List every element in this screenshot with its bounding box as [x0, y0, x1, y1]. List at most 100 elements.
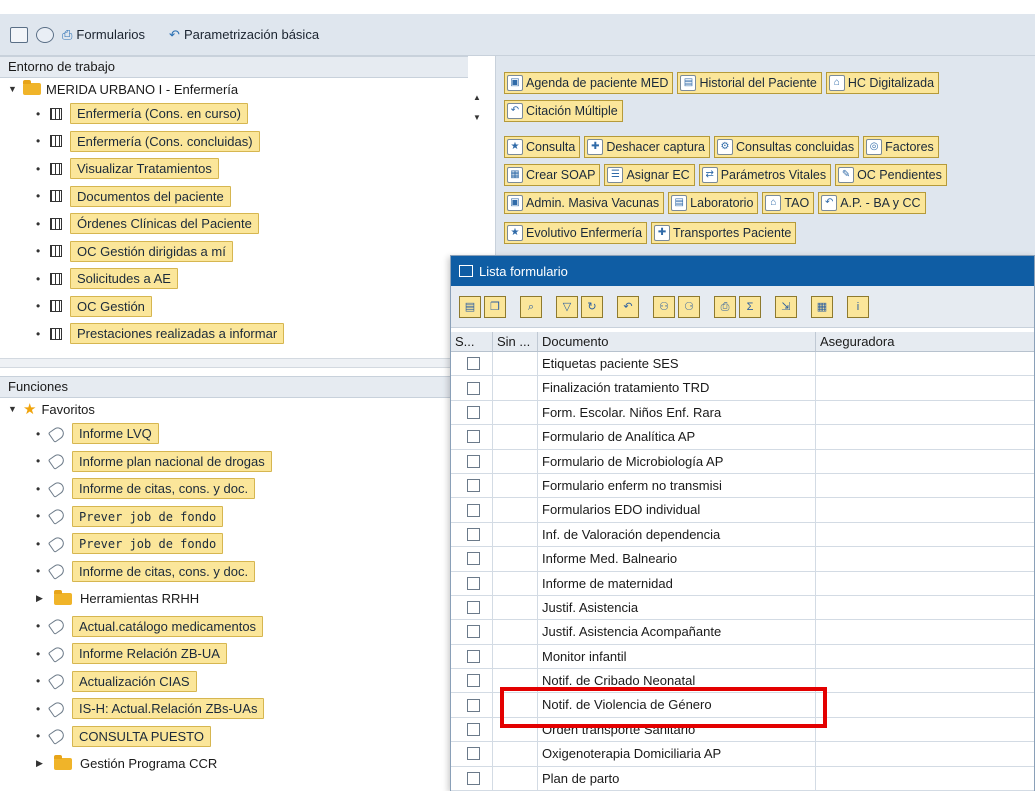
table-row[interactable]: Notif. de Cribado Neonatal [451, 669, 1034, 694]
toolbar-button[interactable]: ✚ Transportes Paciente [651, 222, 797, 244]
menu-formularios[interactable]: ⎙ Formularios [62, 27, 145, 43]
caret-right-icon[interactable]: ▶ [36, 593, 46, 604]
workspace-item[interactable]: • Prestaciones realizadas a informar [0, 320, 480, 348]
row-checkbox[interactable] [467, 747, 480, 761]
workspace-item-label[interactable]: Enfermería (Cons. en curso) [70, 103, 249, 125]
workspace-item[interactable]: • OC Gestión [0, 293, 480, 321]
row-checkbox[interactable] [467, 454, 480, 468]
function-item[interactable]: • IS-H: Actual.Relación ZBs-UAs [0, 695, 480, 723]
documento-cell[interactable]: Finalización tratamiento TRD [538, 376, 816, 400]
scroll-down-icon[interactable]: ▼ [473, 113, 481, 122]
table-row[interactable]: Formularios EDO individual [451, 498, 1034, 523]
row-checkbox[interactable] [467, 552, 480, 566]
function-item-label[interactable]: Prever job de fondo [72, 505, 224, 527]
documento-cell[interactable]: Justif. Asistencia Acompañante [538, 620, 816, 644]
row-checkbox[interactable] [467, 723, 480, 737]
function-item-label[interactable]: Actualización CIAS [72, 670, 197, 692]
workspace-item[interactable]: • Visualizar Tratamientos [0, 155, 480, 183]
documento-cell[interactable]: Notif. de Cribado Neonatal [538, 669, 816, 693]
function-item[interactable]: • Informe LVQ [0, 420, 480, 448]
row-checkbox[interactable] [467, 625, 480, 639]
documento-cell[interactable]: Justif. Asistencia [538, 595, 816, 620]
refresh-icon[interactable] [36, 26, 54, 43]
table-row[interactable]: Oxigenoterapia Domiciliaria AP [451, 742, 1034, 767]
menu-parametrizacion[interactable]: ↶ Parametrización básica [169, 27, 319, 43]
table-row[interactable]: Orden transporte Sanitario [451, 717, 1034, 743]
function-item-label[interactable]: Actual.catálogo medicamentos [72, 615, 264, 637]
info-icon[interactable]: i [847, 295, 869, 318]
column-header[interactable]: Documento [538, 332, 816, 351]
workspace-item-label[interactable]: OC Gestión [70, 295, 152, 317]
table-row[interactable]: Inf. de Valoración dependencia [451, 522, 1034, 548]
workspace-item[interactable]: • Documentos del paciente [0, 183, 480, 211]
undo-icon[interactable]: ↶ [617, 295, 639, 318]
workspace-item-label[interactable]: OC Gestión dirigidas a mí [70, 240, 233, 262]
table-row[interactable]: Informe Med. Balneario [451, 547, 1034, 572]
binoculars-icon[interactable]: ⚇ [653, 295, 675, 318]
documento-cell[interactable]: Informe de maternidad [538, 571, 816, 595]
documento-cell[interactable]: Orden transporte Sanitario [538, 717, 816, 742]
table-row[interactable]: Finalización tratamiento TRD [451, 376, 1034, 401]
function-item[interactable]: • Informe de citas, cons. y doc. [0, 558, 480, 586]
row-checkbox[interactable] [467, 527, 480, 541]
function-item-label[interactable]: Informe plan nacional de drogas [72, 450, 272, 472]
table-row[interactable]: Justif. Asistencia Acompañante [451, 620, 1034, 645]
function-item[interactable]: • Actualización CIAS [0, 668, 480, 696]
workspace-item-label[interactable]: Prestaciones realizadas a informar [70, 323, 285, 345]
details-icon[interactable]: ▤ [459, 295, 481, 318]
row-checkbox[interactable] [467, 601, 480, 615]
workspace-item-label[interactable]: Visualizar Tratamientos [70, 158, 219, 180]
function-item[interactable]: • Informe Relación ZB-UA [0, 640, 480, 668]
row-checkbox[interactable] [467, 674, 480, 688]
toolbar-button[interactable]: ▤ Historial del Paciente [677, 72, 822, 94]
function-item-label[interactable]: Informe Relación ZB-UA [72, 643, 227, 665]
function-item[interactable]: • Prever job de fondo [0, 530, 480, 558]
print-icon[interactable]: ⎙ [714, 295, 736, 318]
caret-down-icon[interactable]: ▼ [8, 84, 18, 94]
table-row[interactable]: Informe de maternidad [451, 571, 1034, 596]
row-checkbox[interactable] [467, 357, 480, 371]
toolbar-button[interactable]: ▦ Crear SOAP [504, 164, 601, 186]
table-row[interactable]: Form. Escolar. Niños Enf. Rara [451, 400, 1034, 426]
favorites-root[interactable]: ▼ ★ Favoritos [0, 398, 480, 420]
function-item[interactable]: • Informe de citas, cons. y doc. [0, 475, 480, 503]
toolbar-button[interactable]: ↶ A.P. - BA y CC [818, 192, 926, 214]
workspace-item[interactable]: • Enfermería (Cons. en curso) [0, 100, 480, 128]
caret-down-icon[interactable]: ▼ [8, 404, 18, 414]
function-item-label[interactable]: IS-H: Actual.Relación ZBs-UAs [72, 698, 265, 720]
documento-cell[interactable]: Informe Med. Balneario [538, 547, 816, 571]
table-row[interactable]: Notif. de Violencia de Género [451, 693, 1034, 718]
function-item-label[interactable]: Prever job de fondo [72, 533, 224, 555]
documento-cell[interactable]: Plan de parto [538, 766, 816, 791]
function-folder[interactable]: ▶ Gestión Programa CCR [0, 750, 480, 778]
toolbar-button[interactable]: ▣ Admin. Masiva Vacunas [504, 192, 665, 214]
toolbar-button[interactable]: ⌂ TAO [762, 192, 815, 214]
column-header[interactable]: Sin ... [493, 332, 538, 351]
toolbar-button[interactable]: ✎ OC Pendientes [835, 164, 947, 186]
column-header[interactable]: Aseguradora [816, 332, 1034, 351]
scroll-up-icon[interactable]: ▲ [473, 93, 481, 102]
toolbar-button[interactable]: ⇄ Parámetros Vitales [698, 164, 832, 186]
toolbar-button[interactable]: ★ Evolutivo Enfermería [504, 222, 648, 244]
toolbar-button[interactable]: ◎ Factores [863, 136, 939, 158]
function-item[interactable]: • Prever job de fondo [0, 503, 480, 531]
workspace-item[interactable]: • Enfermería (Cons. concluidas) [0, 128, 480, 156]
function-item-label[interactable]: Informe LVQ [72, 423, 159, 445]
workspace-item[interactable]: • Solicitudes a AE [0, 265, 480, 293]
row-checkbox[interactable] [467, 698, 480, 712]
row-checkbox[interactable] [467, 649, 480, 663]
layout-icon[interactable] [10, 26, 28, 43]
toolbar-button[interactable]: ☰ Asignar EC [604, 164, 695, 186]
toolbar-button[interactable]: ✚ Deshacer captura [584, 136, 711, 158]
documento-cell[interactable]: Oxigenoterapia Domiciliaria AP [538, 742, 816, 766]
function-folder[interactable]: ▶ Herramientas RRHH [0, 585, 480, 613]
function-item[interactable]: • Informe plan nacional de drogas [0, 448, 480, 476]
workspace-item-label[interactable]: Documentos del paciente [70, 185, 231, 207]
row-checkbox[interactable] [467, 381, 480, 395]
table-row[interactable]: Monitor infantil [451, 644, 1034, 670]
toolbar-button[interactable]: ↶ Citación Múltiple [504, 100, 623, 122]
documento-cell[interactable]: Monitor infantil [538, 644, 816, 669]
row-checkbox[interactable] [467, 503, 480, 517]
documento-cell[interactable]: Etiquetas paciente SES [538, 352, 816, 376]
copy-icon[interactable]: ❐ [484, 295, 506, 318]
